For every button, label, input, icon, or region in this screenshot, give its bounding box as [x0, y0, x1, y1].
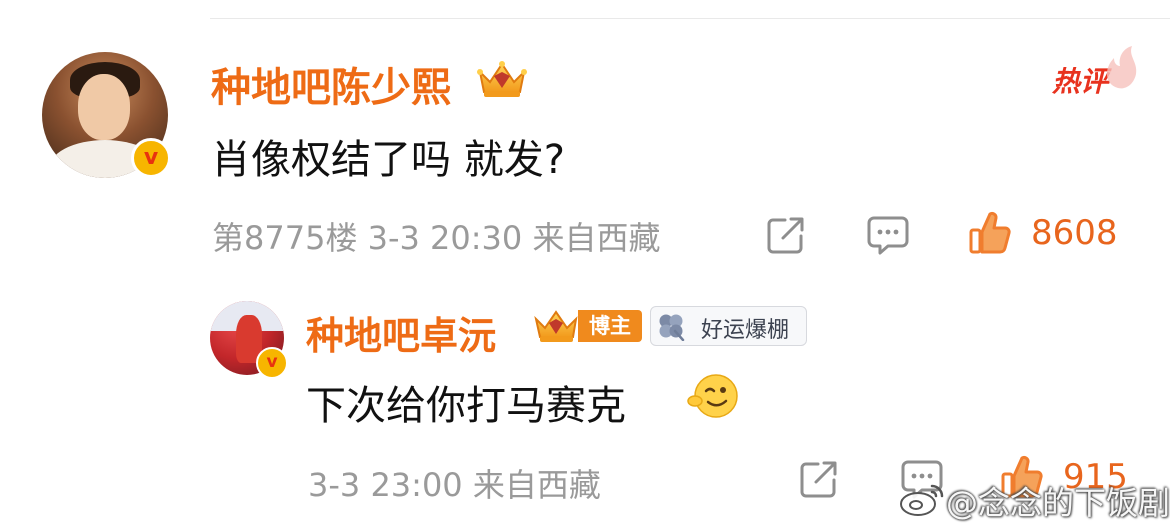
- comment-text: 肖像权结了吗 就发?: [211, 137, 565, 183]
- watermark: @念念的下饭剧: [898, 474, 1170, 522]
- verified-v-icon: v: [131, 138, 171, 178]
- flame-icon: [1106, 46, 1137, 89]
- comment-meta: 第8775楼 3-3 20:30 来自西藏: [212, 219, 661, 257]
- thumbs-up-icon[interactable]: [968, 210, 1012, 256]
- weibo-logo-icon: [900, 484, 944, 516]
- watermark-text: @念念的下饭剧: [946, 484, 1170, 522]
- share-icon[interactable]: [798, 458, 840, 500]
- comment-username[interactable]: 种地吧陈少熙: [211, 55, 451, 113]
- luck-badge: 好运爆棚: [650, 306, 807, 346]
- luck-badge-label: 好运爆棚: [701, 318, 790, 343]
- comment-icon[interactable]: [866, 214, 910, 256]
- verified-v-icon: v: [256, 347, 288, 379]
- crown-icon: [534, 310, 578, 342]
- like-count: 8608: [1031, 213, 1118, 253]
- top-divider: [210, 18, 1170, 19]
- clover-icon: [659, 314, 685, 341]
- crown-icon: [477, 61, 527, 97]
- reply-username[interactable]: 种地吧卓沅: [306, 305, 496, 360]
- share-icon[interactable]: [765, 214, 807, 256]
- reply-text: 下次给你打马赛克: [306, 383, 626, 429]
- reply-meta: 3-3 23:00 来自西藏: [308, 466, 601, 504]
- author-badge: 博主: [578, 310, 642, 342]
- wink-emoji-icon: [687, 374, 738, 418]
